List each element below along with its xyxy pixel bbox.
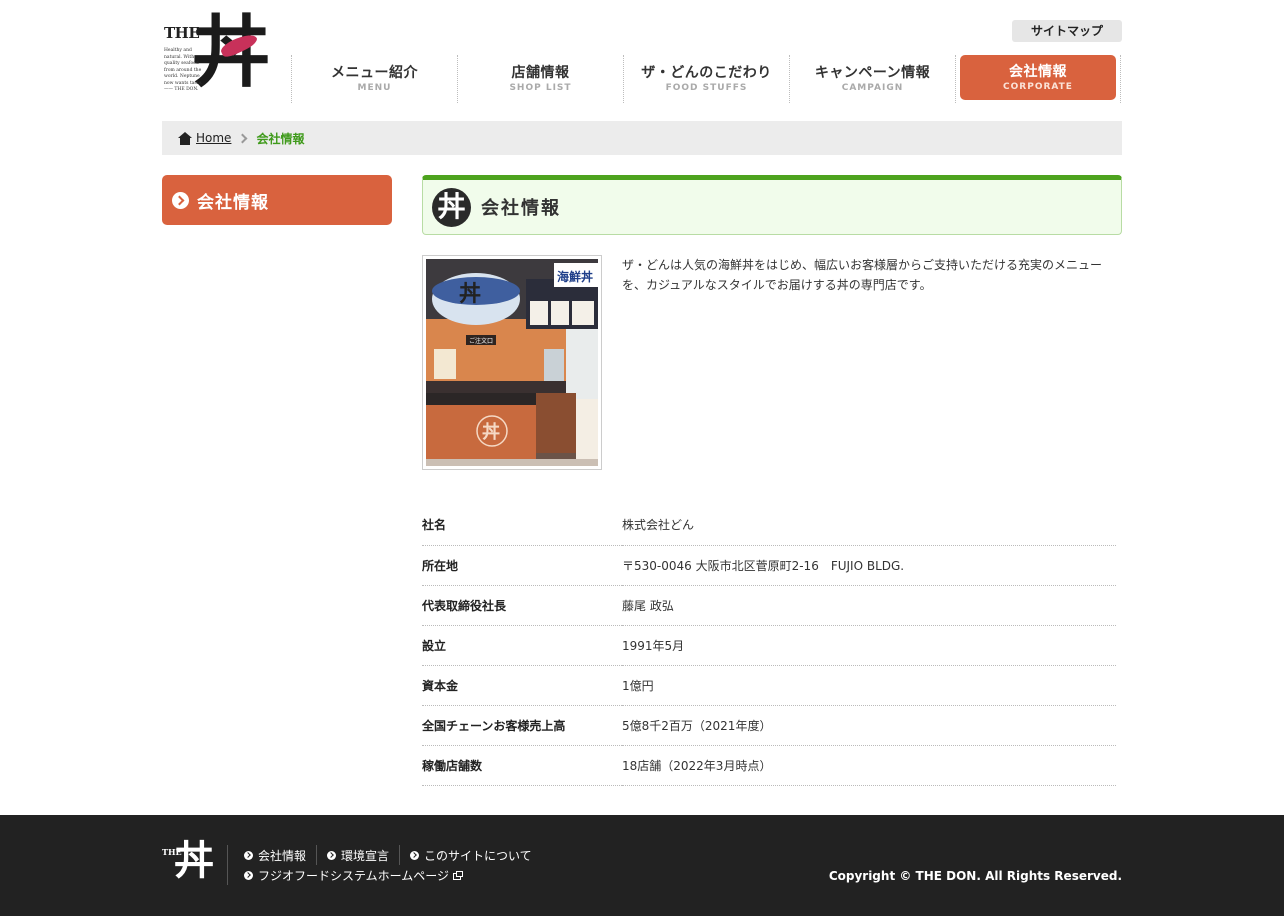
nav-item-shop-list[interactable]: 店舗情報 SHOP LIST bbox=[457, 55, 623, 103]
logo-tagline: Healthy and natural. With quality seafoo… bbox=[164, 48, 203, 92]
nav-item-food-stuffs[interactable]: ザ・どんのこだわり FOOD STUFFS bbox=[623, 55, 789, 103]
store-photo-image: 海鮮丼 丼 ご注文口 丼 bbox=[426, 259, 598, 466]
nav-item-label: 会社情報 bbox=[1009, 64, 1067, 80]
footer-logo[interactable]: 丼 THE bbox=[162, 841, 214, 887]
row-label: 資本金 bbox=[422, 665, 622, 706]
table-row: 稼働店舗数 18店舗（2022年3月時点） bbox=[422, 745, 1116, 786]
nav-item-label: キャンペーン情報 bbox=[814, 65, 931, 81]
row-label: 代表取締役社長 bbox=[422, 585, 622, 626]
nav-item-sublabel: MENU bbox=[357, 83, 392, 93]
home-icon bbox=[178, 131, 192, 145]
svg-text:丼: 丼 bbox=[482, 422, 500, 443]
footer-divider bbox=[227, 845, 228, 885]
photo-sign-menu: 海鮮丼 bbox=[557, 269, 593, 284]
chevron-right-icon bbox=[237, 133, 248, 143]
table-row: 全国チェーンお客様売上高 5億8千2百万（2021年度） bbox=[422, 705, 1116, 746]
nav-item-sublabel: FOOD STUFFS bbox=[665, 83, 748, 93]
intro-section: 海鮮丼 丼 ご注文口 丼 ザ・どんは人気の海鮮丼をはじめ、幅広いお客様層からご支… bbox=[422, 235, 1122, 475]
site-logo[interactable]: 丼 THE Healthy and natural. With quality … bbox=[162, 14, 270, 102]
global-nav: メニュー紹介 MENU 店舗情報 SHOP LIST ザ・どんのこだわり FOO… bbox=[291, 55, 1121, 103]
nav-item-menu[interactable]: メニュー紹介 MENU bbox=[291, 55, 457, 103]
svg-text:丼: 丼 bbox=[459, 281, 481, 307]
footer-link-label: 会社情報 bbox=[258, 848, 307, 863]
arrow-circle-icon bbox=[172, 191, 189, 209]
row-value: 株式会社どん bbox=[622, 505, 1116, 546]
footer-link-label: フジオフードシステムホームページ bbox=[258, 868, 450, 883]
nav-item-sublabel: CAMPAIGN bbox=[841, 83, 904, 93]
company-info-table: 社名 株式会社どん 所在地 〒530-0046 大阪市北区菅原町2-16 FUJ… bbox=[422, 505, 1116, 786]
table-row: 所在地 〒530-0046 大阪市北区菅原町2-16 FUJIO BLDG. bbox=[422, 545, 1116, 586]
row-value: 1991年5月 bbox=[622, 625, 1116, 666]
footer-logo-the: THE bbox=[162, 847, 182, 857]
breadcrumb-home-link[interactable]: Home bbox=[196, 131, 231, 145]
footer-link-corporate[interactable]: 会社情報 bbox=[244, 845, 318, 865]
nav-item-campaign[interactable]: キャンペーン情報 CAMPAIGN bbox=[789, 55, 955, 103]
site-footer: 丼 THE 会社情報 環境宣言 このサイトについて フジオフードシステムホームペ… bbox=[0, 815, 1284, 916]
nav-item-corporate[interactable]: 会社情報 CORPORATE bbox=[955, 55, 1121, 103]
footer-links: 会社情報 環境宣言 このサイトについて フジオフードシステムホームページ bbox=[244, 845, 552, 885]
nav-item-label: 店舗情報 bbox=[511, 65, 570, 81]
footer-link-label: このサイトについて bbox=[424, 848, 532, 863]
row-label: 設立 bbox=[422, 625, 622, 666]
row-value: 18店舗（2022年3月時点） bbox=[622, 745, 1116, 786]
table-row: 社名 株式会社どん bbox=[422, 505, 1116, 546]
footer-link-label: 環境宣言 bbox=[341, 848, 390, 863]
row-label: 所在地 bbox=[422, 545, 622, 586]
footer-links-row: 会社情報 環境宣言 このサイトについて bbox=[244, 845, 552, 865]
breadcrumb-current: 会社情報 bbox=[256, 131, 305, 146]
nav-item-label: メニュー紹介 bbox=[331, 65, 418, 81]
row-label: 全国チェーンお客様売上高 bbox=[422, 705, 622, 746]
sitemap-button[interactable]: サイトマップ bbox=[1012, 20, 1122, 42]
arrow-circle-icon bbox=[244, 870, 253, 880]
nav-item-sublabel: CORPORATE bbox=[1003, 82, 1073, 92]
external-link-icon bbox=[453, 870, 464, 880]
breadcrumb: Home 会社情報 bbox=[162, 121, 1122, 155]
arrow-circle-icon bbox=[327, 850, 337, 860]
footer-link-fujio-homepage[interactable]: フジオフードシステムホームページ bbox=[244, 865, 471, 885]
site-header: 丼 THE Healthy and natural. With quality … bbox=[162, 0, 1122, 110]
arrow-circle-icon bbox=[410, 850, 420, 860]
page-heading: 丼 会社情報 bbox=[422, 175, 1122, 235]
arrow-circle-icon bbox=[244, 850, 253, 860]
store-photo: 海鮮丼 丼 ご注文口 丼 bbox=[422, 255, 602, 470]
table-row: 代表取締役社長 藤尾 政弘 bbox=[422, 585, 1116, 626]
sidebar-item-corporate[interactable]: 会社情報 bbox=[162, 175, 392, 225]
photo-sign-counter: ご注文口 bbox=[469, 337, 493, 345]
row-value: 1億円 bbox=[622, 665, 1116, 706]
logo-the: THE bbox=[164, 24, 200, 42]
footer-links-row: フジオフードシステムホームページ bbox=[244, 865, 552, 885]
row-value: 5億8千2百万（2021年度） bbox=[622, 705, 1116, 746]
intro-text: ザ・どんは人気の海鮮丼をはじめ、幅広いお客様層からご支持いただける充実のメニュー… bbox=[622, 258, 1103, 292]
nav-item-label: ザ・どんのこだわり bbox=[641, 65, 772, 81]
nav-item-sublabel: SHOP LIST bbox=[509, 83, 572, 93]
page-title: 会社情報 bbox=[481, 198, 561, 219]
table-row: 設立 1991年5月 bbox=[422, 625, 1116, 666]
nav-active-button[interactable]: 会社情報 CORPORATE bbox=[960, 55, 1116, 100]
row-value: 〒530-0046 大阪市北区菅原町2-16 FUJIO BLDG. bbox=[622, 545, 1116, 586]
don-logo-icon: 丼 bbox=[432, 187, 471, 227]
footer-link-environment[interactable]: 環境宣言 bbox=[327, 845, 401, 865]
main-content: 丼 会社情報 海鮮丼 丼 ご注文口 丼 ザ・どんは人気の海鮮丼をはじめ、幅広いお… bbox=[422, 175, 1122, 786]
table-row: 資本金 1億円 bbox=[422, 665, 1116, 706]
row-value: 藤尾 政弘 bbox=[622, 585, 1116, 626]
copyright-text: Copyright © THE DON. All Rights Reserved… bbox=[828, 869, 1122, 883]
row-label: 社名 bbox=[422, 505, 622, 546]
sidebar-item-label: 会社情報 bbox=[197, 192, 269, 213]
row-label: 稼働店舗数 bbox=[422, 745, 622, 786]
footer-link-about-site[interactable]: このサイトについて bbox=[410, 845, 542, 865]
